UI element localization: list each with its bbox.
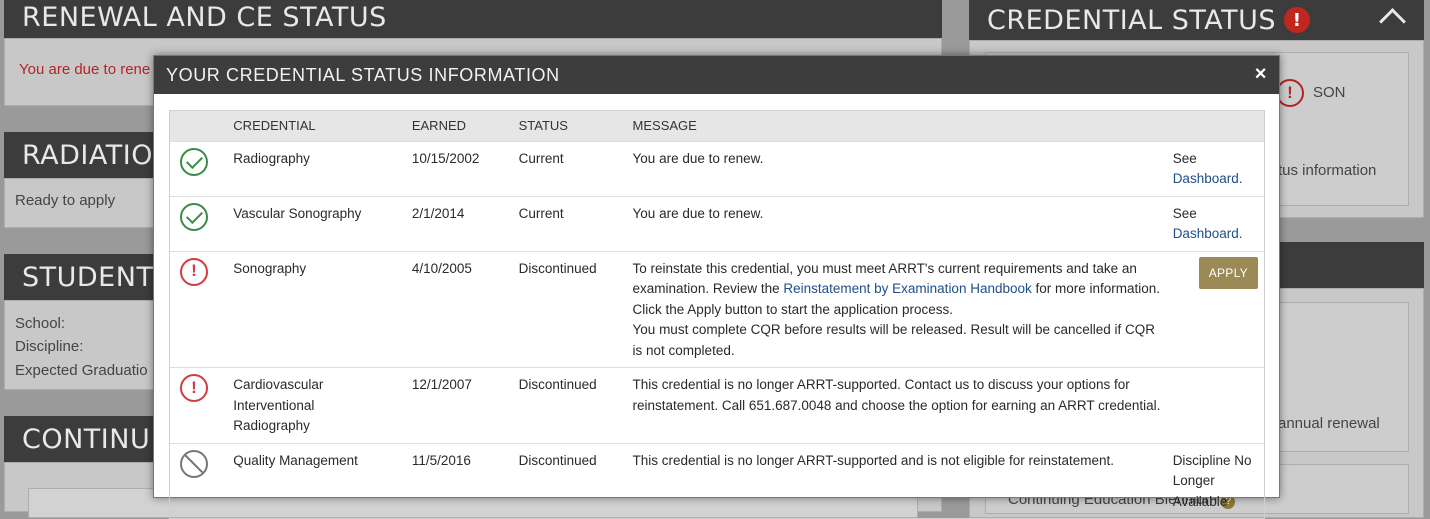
message-text: To reinstate this credential, you must m…: [626, 250, 1167, 368]
right-son-text: SON: [1313, 84, 1346, 101]
status-text: Discontinued: [512, 367, 627, 443]
credential-name: Radiography: [227, 140, 406, 196]
table-header-row: CREDENTIAL EARNED STATUS MESSAGE: [170, 111, 1264, 141]
radiation-text: Ready to apply: [15, 192, 116, 209]
renewal-text: You are due to rene: [19, 61, 151, 78]
row-icon-cell: !: [170, 250, 228, 368]
column-header-message: MESSAGE: [632, 118, 697, 134]
student-title: STUDENT: [22, 261, 154, 293]
status-text: Discontinued: [512, 250, 627, 368]
icon-column-header: [170, 111, 227, 141]
credential-name: Vascular Sonography: [227, 195, 406, 251]
column-header-credential: CREDENTIAL: [233, 118, 316, 134]
credential-name: Sonography: [227, 250, 406, 368]
check-circle-icon: [180, 202, 208, 231]
credential-status-header: CREDENTIAL STATUS !: [969, 0, 1424, 40]
action-cell: [1166, 367, 1264, 443]
student-graduation-label: Expected Graduatio: [15, 362, 148, 379]
renewal-header: RENEWAL AND CE STATUS: [4, 0, 942, 38]
row-icon-cell: [170, 442, 228, 518]
radiation-title: RADIATIO: [22, 139, 153, 171]
message-text: This credential is no longer ARRT-suppor…: [626, 442, 1167, 518]
close-icon[interactable]: ×: [1255, 63, 1267, 86]
column-header-earned: EARNED: [411, 118, 467, 134]
message-text: This credential is no longer ARRT-suppor…: [626, 367, 1167, 443]
reinstatement-handbook-link[interactable]: Reinstatement by Examination Handbook: [783, 281, 1031, 296]
table-row: Radiography 10/15/2002 Current You are d…: [170, 140, 1264, 196]
row-icon-cell: [170, 140, 228, 196]
action-cell: Discipline No Longer Available: [1166, 442, 1264, 518]
credential-status-modal: YOUR CREDENTIAL STATUS INFORMATION × CRE…: [153, 55, 1280, 519]
credential-name: Quality Management: [227, 442, 406, 518]
row-icon-cell: !: [170, 367, 228, 443]
earned-date: 11/5/2016: [405, 442, 513, 518]
message-text: You are due to renew.: [626, 140, 1167, 196]
action-cell: See Dashboard.: [1166, 195, 1264, 251]
alert-circle-icon: !: [1276, 79, 1304, 107]
message-text: You are due to renew.: [626, 195, 1167, 251]
earned-date: 10/15/2002: [405, 140, 513, 196]
earned-date: 12/1/2007: [405, 367, 513, 443]
credential-name: Cardiovascular Interventional Radiograph…: [227, 367, 406, 443]
alert-circle-icon: !: [180, 257, 208, 286]
earned-date: 4/10/2005: [405, 250, 513, 368]
table-row: Vascular Sonography 2/1/2014 Current You…: [170, 195, 1264, 251]
table-row: Quality Management 11/5/2016 Discontinue…: [170, 442, 1264, 518]
credential-table: CREDENTIAL EARNED STATUS MESSAGE Radiogr…: [169, 110, 1265, 519]
chevron-up-icon[interactable]: [1379, 8, 1406, 35]
right-annual-renewal-text: annual renewal: [1278, 415, 1380, 432]
table-row: ! Sonography 4/10/2005 Discontinued To r…: [170, 250, 1264, 368]
right-status-info-link[interactable]: tus information: [1278, 162, 1376, 179]
table-row: ! Cardiovascular Interventional Radiogra…: [170, 367, 1264, 443]
apply-button[interactable]: APPLY: [1198, 256, 1258, 289]
dashboard-link[interactable]: Dashboard.: [1173, 171, 1243, 186]
action-column-header: [1167, 111, 1264, 141]
modal-title: YOUR CREDENTIAL STATUS INFORMATION: [166, 64, 560, 85]
dashboard-link[interactable]: Dashboard.: [1173, 226, 1243, 241]
check-circle-icon: [180, 147, 208, 176]
alert-circle-icon: !: [180, 374, 208, 402]
action-cell: See Dashboard.: [1166, 140, 1264, 196]
student-discipline-label: Discipline:: [15, 338, 84, 355]
row-icon-cell: [170, 195, 228, 251]
status-text: Current: [512, 140, 627, 196]
continuing-title: CONTINU: [22, 423, 151, 455]
credential-status-title: CREDENTIAL STATUS: [987, 4, 1277, 36]
no-entry-circle-icon: [180, 449, 208, 478]
status-text: Discontinued: [512, 442, 627, 518]
modal-header: YOUR CREDENTIAL STATUS INFORMATION ×: [154, 56, 1279, 94]
earned-date: 2/1/2014: [405, 195, 513, 251]
action-cell: APPLY: [1166, 250, 1264, 368]
status-text: Current: [512, 195, 627, 251]
student-school-label: School:: [15, 315, 66, 332]
column-header-status: STATUS: [518, 118, 568, 134]
alert-badge-icon: !: [1284, 7, 1311, 33]
renewal-title: RENEWAL AND CE STATUS: [22, 1, 387, 33]
